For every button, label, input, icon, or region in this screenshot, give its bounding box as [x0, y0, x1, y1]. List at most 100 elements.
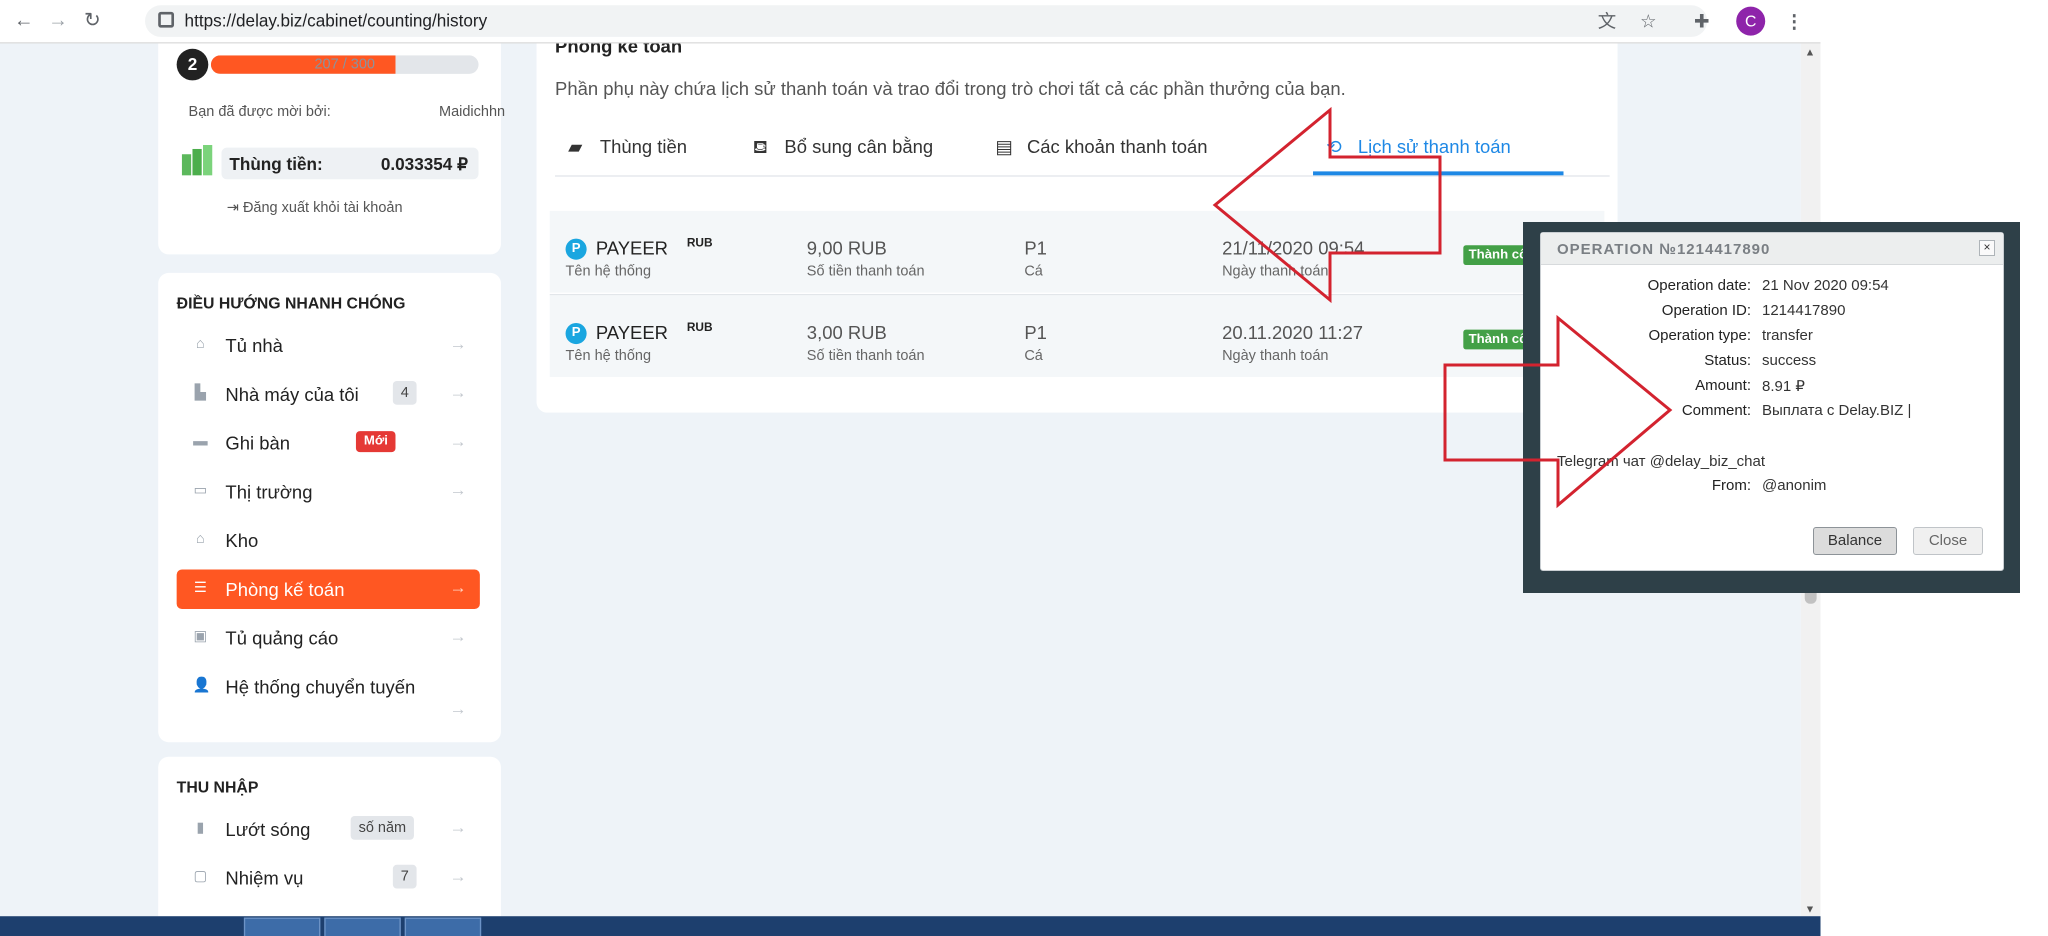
system-caption: Tên hệ thống: [565, 263, 652, 280]
amount-value: 3,00 RUB: [806, 321, 887, 343]
nav-item-home[interactable]: ⌂ Tủ nhà →: [177, 326, 480, 366]
nav-item-label: Kho: [225, 529, 259, 552]
system-caption: Tên hệ thống: [565, 348, 652, 364]
tab-deposit[interactable]: ⛾ Bổ sung cân bằng: [740, 120, 964, 173]
accounting-card: Phòng kế toán Phần phụ này chứa lịch sử …: [536, 43, 1618, 413]
balance-button[interactable]: Balance: [1813, 527, 1897, 555]
arrow-right-icon: →: [449, 577, 467, 598]
profile-avatar[interactable]: C: [1736, 6, 1766, 36]
operation-dialog: OPERATION №1214417890 × Operation date: …: [1540, 232, 2004, 571]
tab-label: Bổ sung cân bằng: [784, 135, 934, 157]
dialog-title: OPERATION №1214417890: [1557, 241, 1771, 258]
comment-label: Comment:: [1681, 402, 1751, 419]
nav-item-market[interactable]: ▭ Thị trường →: [177, 472, 480, 512]
scroll-down-icon[interactable]: ▼: [1805, 903, 1815, 915]
star-icon[interactable]: ☆: [1640, 8, 1657, 34]
tab-bar: ▰ Thùng tiền ⛾ Bổ sung cân bằng ▤ Các kh…: [555, 120, 1610, 177]
nav-item-label: Nhiệm vụ: [225, 867, 304, 889]
menu-icon[interactable]: ⋮: [1785, 8, 1803, 34]
close-icon[interactable]: ×: [1979, 240, 1995, 256]
page-description: Phần phụ này chứa lịch sử thanh toán và …: [555, 77, 1346, 99]
arrow-right-icon: →: [449, 698, 467, 719]
amount-label: Amount:: [1695, 377, 1751, 394]
status-label: Status:: [1704, 352, 1751, 369]
tab-payouts[interactable]: ▤ Các khoản thanh toán: [982, 120, 1232, 173]
ledger-icon: ☰: [193, 580, 207, 596]
comment-continuation: Telegram чат @delay_biz_chat: [1557, 453, 1766, 470]
nav-item-warehouse[interactable]: ⌂ Kho: [177, 521, 480, 561]
level-badge: 2: [176, 48, 209, 81]
invited-by-user[interactable]: Maidichhn: [439, 104, 505, 120]
arrow-right-icon: →: [449, 431, 467, 451]
operation-date-label: Operation date:: [1647, 277, 1751, 294]
nav-section-title: ĐIỀU HƯỚNG NHANH CHÓNG: [176, 293, 406, 313]
nav-item-factories[interactable]: ▙ Nhà máy của tôi 4 →: [177, 374, 480, 414]
close-button[interactable]: Close: [1913, 527, 1983, 555]
system-name: PAYEER: [595, 237, 669, 259]
browser-toolbar: ← → ↻ https://delay.biz/cabinet/counting…: [0, 0, 1821, 44]
tab-wallet[interactable]: ▰ Thùng tiền: [555, 120, 726, 173]
url-text: https://delay.biz/cabinet/counting/histo…: [184, 10, 488, 31]
income-card: THU NHẬP ▮ Lướt sóng số năm → ▢ Nhiệm vụ…: [158, 756, 501, 917]
taskbar-app-browser[interactable]: [404, 917, 482, 936]
logout-link[interactable]: ⇥ Đăng xuất khỏi tài khoản: [227, 199, 403, 216]
from-value: @anonim: [1762, 477, 1827, 494]
tab-label: Các khoản thanh toán: [1026, 135, 1208, 157]
lock-icon: [158, 11, 175, 28]
from-label: From:: [1711, 477, 1751, 494]
scroll-up-icon[interactable]: ▲: [1805, 46, 1815, 58]
nav-item-ads[interactable]: ▣ Tủ quảng cáo →: [177, 618, 480, 658]
nav-item-tasks[interactable]: ▢ Nhiệm vụ 7 →: [177, 858, 480, 898]
nav-item-referrals[interactable]: 👤 Hệ thống chuyển tuyến →: [177, 667, 480, 718]
money-label: Thùng tiền:: [229, 154, 323, 175]
taskbar-app-explorer[interactable]: [324, 917, 401, 936]
store-icon: ▭: [193, 482, 208, 499]
amount-value: 9,00 RUB: [806, 237, 887, 259]
home-icon: ⌂: [195, 336, 205, 352]
operation-type-value: transfer: [1762, 327, 1813, 344]
nav-count-badge: 7: [392, 864, 417, 889]
translate-icon[interactable]: 文: [1598, 8, 1616, 34]
operation-id-label: Operation ID:: [1661, 302, 1751, 319]
nav-item-label: Ghi bàn: [225, 432, 291, 454]
table-row[interactable]: P PAYEER RUB Tên hệ thống 3,00 RUB Số ti…: [549, 295, 1605, 378]
basket-icon: ⛾: [752, 135, 768, 157]
status-value: success: [1762, 352, 1817, 369]
ads-icon: ▣: [193, 628, 208, 645]
logout-icon: ⇥: [226, 200, 243, 217]
quick-nav-card: ĐIỀU HƯỚNG NHANH CHÓNG ⌂ Tủ nhà → ▙ Nhà …: [158, 272, 501, 743]
wallet-icon: ▰: [568, 135, 583, 157]
new-badge: Mới: [355, 431, 396, 453]
nav-item-label: Hệ thống chuyển tuyến: [225, 676, 416, 698]
forward-icon[interactable]: →: [45, 8, 71, 34]
table-row[interactable]: P PAYEER RUB Tên hệ thống 9,00 RUB Số ti…: [549, 210, 1605, 293]
arrow-right-icon: →: [449, 866, 467, 886]
arrow-right-icon: →: [449, 817, 467, 838]
back-icon[interactable]: ←: [11, 8, 37, 34]
nav-item-surfing[interactable]: ▮ Lướt sóng số năm →: [177, 809, 480, 849]
arrow-right-icon: →: [449, 626, 467, 646]
nav-item-scoring[interactable]: ▬ Ghi bàn Mới →: [177, 423, 480, 463]
nav-item-accounting[interactable]: ☰ Phòng kế toán →: [176, 569, 480, 610]
income-section-title: THU NHẬP: [176, 777, 259, 797]
operation-dialog-frame: OPERATION №1214417890 × Operation date: …: [1523, 222, 2020, 593]
money-value: 0.033354 ₽: [380, 154, 468, 175]
date-caption: Ngày thanh toán: [1222, 348, 1329, 364]
date-value: 21/11/2020 09:54: [1222, 237, 1365, 259]
arrow-right-icon: →: [449, 382, 467, 403]
history-icon: ⟲: [1326, 135, 1342, 157]
tab-payment-history[interactable]: ⟲ Lịch sử thanh toán: [1313, 120, 1564, 176]
trash-icon: ▮: [196, 819, 205, 836]
page-title: Phòng kế toán: [555, 43, 683, 57]
reload-icon[interactable]: ↻: [79, 8, 105, 34]
taskbar-app-chrome[interactable]: [243, 917, 321, 936]
tab-label: Lịch sử thanh toán: [1357, 135, 1511, 157]
user-card: 2 207 / 300 Bạn đã được mời bởi: Maidich…: [158, 43, 505, 255]
nav-item-label: Tủ quảng cáo: [225, 627, 339, 649]
nav-count-badge: 4: [392, 380, 417, 405]
extensions-icon[interactable]: ✚: [1694, 8, 1709, 34]
warehouse-icon: ⌂: [195, 531, 205, 548]
money-box: Thùng tiền: 0.033354 ₽: [221, 147, 479, 180]
address-bar[interactable]: https://delay.biz/cabinet/counting/histo…: [145, 5, 1708, 37]
nav-item-label: Lướt sóng: [225, 818, 311, 840]
